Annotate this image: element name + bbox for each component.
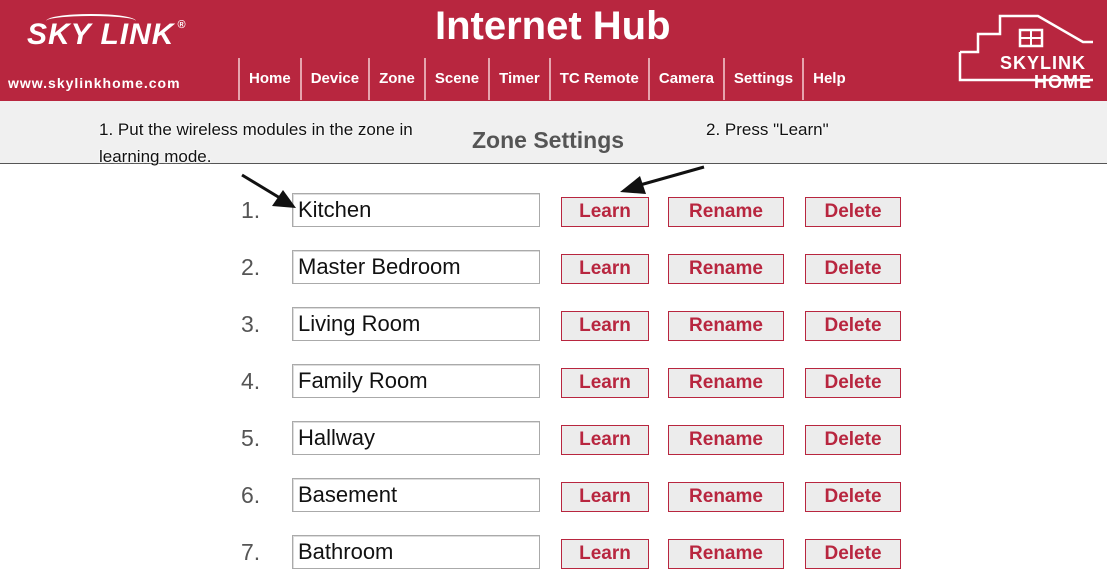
zone-number: 6.: [241, 482, 261, 508]
zone-row: 6. Learn Rename Delete: [0, 478, 1107, 518]
delete-button[interactable]: Delete: [805, 539, 901, 569]
arrow-icon: [620, 165, 705, 194]
zone-row: 4. Learn Rename Delete: [0, 364, 1107, 404]
zone-number: 3.: [241, 311, 261, 337]
learn-button[interactable]: Learn: [561, 368, 649, 398]
rename-button[interactable]: Rename: [668, 539, 784, 569]
zone-row: 1. Learn Rename Delete: [0, 193, 1107, 233]
learn-button[interactable]: Learn: [561, 254, 649, 284]
rename-button[interactable]: Rename: [668, 368, 784, 398]
delete-button[interactable]: Delete: [805, 425, 901, 455]
zone-name-field[interactable]: [292, 421, 540, 455]
zone-name-field[interactable]: [292, 193, 540, 227]
nav-item-scene[interactable]: Scene: [423, 58, 488, 100]
brand-text-skylink: SKYLINK: [1000, 53, 1087, 73]
registered-mark: ®: [177, 19, 187, 31]
delete-button[interactable]: Delete: [805, 482, 901, 512]
annotation-step1: 1. Put the wireless modules in the zone …: [99, 120, 413, 166]
delete-button[interactable]: Delete: [805, 197, 901, 227]
zone-row: 5. Learn Rename Delete: [0, 421, 1107, 461]
zone-number: 7.: [241, 539, 261, 565]
zone-row: 3. Learn Rename Delete: [0, 307, 1107, 347]
nav-item-device[interactable]: Device: [299, 58, 368, 100]
zone-name-field[interactable]: [292, 364, 540, 398]
annotation-step2: 2. Press "Learn": [706, 120, 829, 139]
zone-row: 2. Learn Rename Delete: [0, 250, 1107, 290]
rename-button[interactable]: Rename: [668, 482, 784, 512]
zone-number: 2.: [241, 254, 261, 280]
zone-number: 1.: [241, 197, 261, 223]
nav-item-help[interactable]: Help: [802, 58, 855, 100]
nav-item-camera[interactable]: Camera: [647, 58, 723, 100]
header-bar: SKY LINK ® www.skylinkhome.com Internet H…: [0, 0, 1107, 101]
rename-button[interactable]: Rename: [668, 197, 784, 227]
learn-button[interactable]: Learn: [561, 197, 649, 227]
app-title: Internet Hub: [435, 4, 671, 48]
nav-item-timer[interactable]: Timer: [488, 58, 549, 100]
zone-name-field[interactable]: [292, 307, 540, 341]
rename-button[interactable]: Rename: [668, 254, 784, 284]
zone-name-field[interactable]: [292, 478, 540, 512]
nav-item-tc-remote[interactable]: TC Remote: [548, 58, 648, 100]
logo-text: SKY LINK: [27, 18, 175, 51]
zone-row: 7. Learn Rename Delete: [0, 535, 1107, 575]
learn-button[interactable]: Learn: [561, 539, 649, 569]
nav-item-home[interactable]: Home: [238, 58, 300, 100]
rename-button[interactable]: Rename: [668, 311, 784, 341]
nav-item-settings[interactable]: Settings: [722, 58, 802, 100]
rename-button[interactable]: Rename: [668, 425, 784, 455]
delete-button[interactable]: Delete: [805, 368, 901, 398]
page-title: Zone Settings: [472, 127, 625, 153]
main-nav: Home Device Zone Scene Timer TC Remote C…: [238, 58, 855, 100]
zone-number: 5.: [241, 425, 261, 451]
learn-button[interactable]: Learn: [561, 482, 649, 512]
learn-button[interactable]: Learn: [561, 311, 649, 341]
zone-name-field[interactable]: [292, 535, 540, 569]
delete-button[interactable]: Delete: [805, 254, 901, 284]
skylink-logo[interactable]: SKY LINK ®: [27, 20, 187, 50]
learn-button[interactable]: Learn: [561, 425, 649, 455]
zone-name-field[interactable]: [292, 250, 540, 284]
brand-text-home: HOME: [1034, 72, 1092, 92]
nav-item-zone[interactable]: Zone: [368, 58, 424, 100]
site-url: www.skylinkhome.com: [8, 75, 181, 91]
delete-button[interactable]: Delete: [805, 311, 901, 341]
zone-number: 4.: [241, 368, 261, 394]
